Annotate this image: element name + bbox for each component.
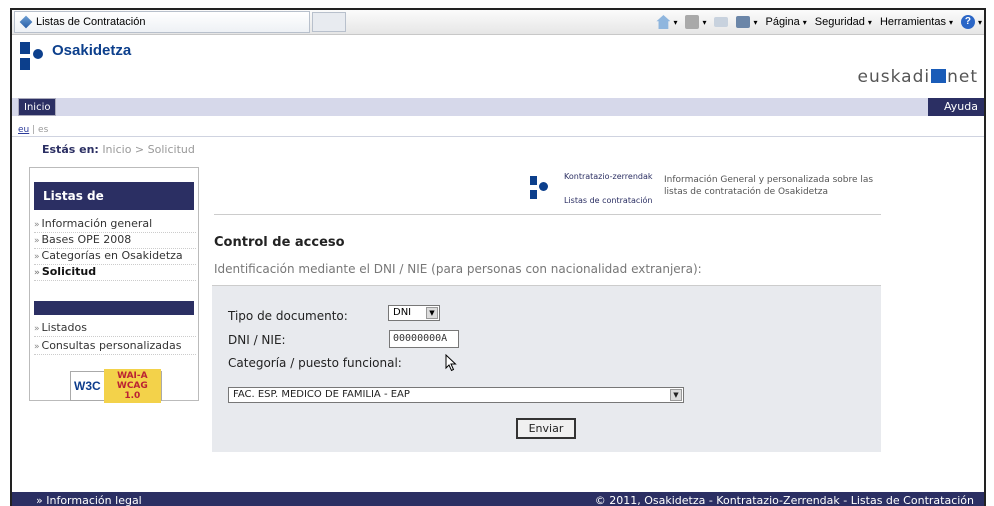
print-icon	[736, 16, 751, 28]
wai-a-badge[interactable]: W3C WAI-A WCAG 1.0	[70, 369, 162, 403]
lang-eu-link[interactable]: eu	[18, 125, 29, 135]
sidebar-section-bar	[34, 301, 194, 315]
promo-logo-icon[interactable]	[530, 168, 548, 212]
breadcrumb: Estás en: Inicio > Solicitud	[42, 143, 195, 156]
new-tab-button[interactable]	[312, 12, 346, 32]
sidebar-title: Listas de Contratación	[34, 182, 194, 231]
top-navigation-bar	[12, 98, 984, 116]
osakidetza-logo-icon	[20, 40, 43, 70]
mouse-cursor-icon	[445, 354, 457, 372]
help-nav-button[interactable]: Ayuda	[928, 98, 984, 116]
promo-title-eu: Kontratazio-zerrendak	[564, 172, 653, 181]
chevron-icon: »	[34, 252, 40, 262]
help-menu[interactable]: ? ▾	[960, 15, 982, 29]
copyright-text: © 2011, Osakidetza - Kontratazio-Zerrend…	[594, 494, 974, 506]
dni-label: DNI / NIE:	[228, 333, 286, 347]
euskadi-net-logo[interactable]: euskadi net	[858, 67, 978, 87]
footer: » Información legal © 2011, Osakidetza -…	[12, 492, 984, 506]
sidebar-item-consultas[interactable]: » Consultas personalizadas	[34, 338, 196, 355]
page-menu[interactable]: Página ▾	[765, 16, 806, 28]
sidebar-item-bases-ope[interactable]: » Bases OPE 2008	[34, 232, 196, 249]
security-menu[interactable]: Seguridad ▾	[815, 16, 872, 28]
print-button[interactable]: ▾	[736, 16, 757, 28]
command-bar: ▾ ▾ ▾ Página ▾ Seguridad ▾ Herramientas ▾ ?…	[648, 10, 982, 34]
tools-menu[interactable]: Herramientas ▾	[880, 16, 953, 28]
help-icon: ?	[960, 15, 975, 29]
wcag-badge: WAI-A WCAG 1.0	[103, 369, 161, 403]
legal-info-link[interactable]: » Información legal	[36, 492, 142, 506]
mail-button[interactable]	[714, 17, 729, 27]
access-form: Tipo de documento: DNI ▼ DNI / NIE: 0000…	[212, 285, 881, 452]
brand-name: Osakidetza	[52, 41, 132, 59]
browser-toolbar: Listas de Contratación ▾ ▾ ▾ Página ▾ Seg…	[12, 10, 984, 35]
breadcrumb-current: Solicitud	[147, 143, 195, 156]
home-icon	[656, 15, 671, 29]
dni-input[interactable]: 00000000A	[389, 330, 459, 348]
lang-es-link[interactable]: es	[38, 125, 48, 135]
divider	[12, 136, 984, 137]
home-nav-button[interactable]: Inicio	[18, 98, 57, 116]
doc-type-select[interactable]: DNI ▼	[388, 305, 440, 321]
tab-title: Listas de Contratación	[36, 16, 146, 28]
osakidetza-logo[interactable]: Osakidetza	[20, 40, 131, 70]
submit-button[interactable]: Enviar	[516, 418, 576, 439]
divider	[214, 214, 881, 215]
home-button[interactable]: ▾	[656, 15, 677, 29]
language-switcher: eu | es	[18, 125, 49, 135]
category-select[interactable]: FAC. ESP. MEDICO DE FAMILIA - EAP ▼	[228, 387, 684, 403]
dropdown-arrow-icon[interactable]: ▼	[426, 307, 438, 319]
w3c-logo: W3C	[74, 379, 101, 393]
promo-description: Información General y personalizada sobr…	[664, 175, 874, 197]
chevron-icon: »	[34, 236, 40, 246]
chevron-icon: »	[34, 220, 40, 230]
doc-type-label: Tipo de documento:	[228, 309, 348, 323]
feeds-button[interactable]: ▾	[685, 15, 706, 29]
identification-subtitle: Identificación mediante el DNI / NIE (pa…	[214, 262, 702, 276]
breadcrumb-home-link[interactable]: Inicio	[102, 143, 131, 156]
browser-window: Listas de Contratación ▾ ▾ ▾ Página ▾ Seg…	[10, 8, 986, 506]
promo-title-es: Listas de contratación	[564, 196, 653, 205]
sidebar-item-listados[interactable]: » Listados	[34, 320, 196, 337]
browser-tab[interactable]: Listas de Contratación	[14, 11, 310, 33]
sidebar: Listas de Contratación » Información gene…	[29, 167, 199, 403]
sidebar-item-categorias[interactable]: » Categorías en Osakidetza	[34, 248, 196, 265]
sidebar-item-informacion-general[interactable]: » Información general	[34, 216, 196, 233]
mail-icon	[714, 17, 729, 27]
feeds-icon	[685, 15, 700, 29]
chevron-icon: »	[34, 268, 40, 278]
chevron-icon: »	[34, 342, 40, 352]
chevron-icon: »	[34, 324, 40, 334]
dropdown-arrow-icon[interactable]: ▼	[670, 389, 682, 401]
page-title: Control de acceso	[214, 235, 345, 250]
sidebar-item-solicitud[interactable]: » Solicitud	[34, 264, 196, 281]
category-label: Categoría / puesto funcional:	[228, 356, 402, 370]
favicon-icon	[19, 15, 33, 29]
